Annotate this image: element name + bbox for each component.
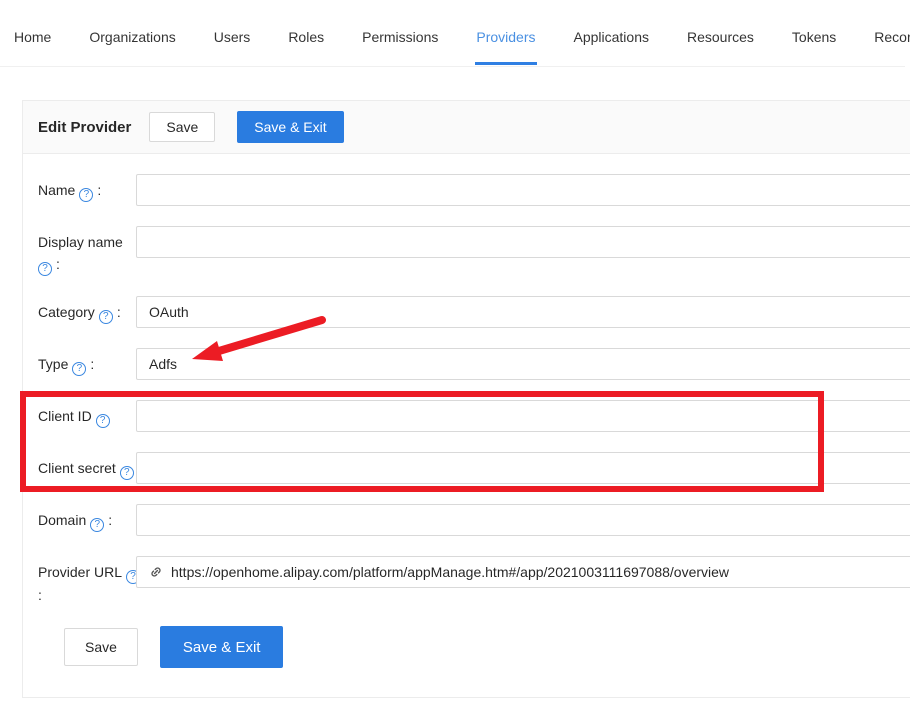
type-select[interactable]: [136, 348, 910, 380]
label-colon: :: [56, 256, 60, 272]
save-exit-button-top[interactable]: Save & Exit: [237, 111, 343, 143]
field-row-name: Name?:: [38, 174, 910, 206]
panel-header: Edit Provider Save Save & Exit: [23, 101, 910, 154]
display-name-input[interactable]: [136, 226, 910, 258]
provider-url-field: [136, 556, 910, 588]
help-icon[interactable]: ?: [72, 362, 86, 376]
field-row-display-name: Display name ?:: [38, 226, 910, 276]
nav-item-resources[interactable]: Resources: [668, 0, 773, 66]
name-label-text: Name: [38, 182, 75, 198]
field-row-domain: Domain?:: [38, 504, 910, 536]
link-icon: [146, 562, 166, 582]
client-secret-label: Client secret?: [38, 452, 136, 484]
display-name-label: Display name ?:: [38, 226, 136, 276]
field-row-category: Category?:: [38, 296, 910, 328]
top-nav: Home Organizations Users Roles Permissio…: [0, 0, 905, 67]
nav-item-roles[interactable]: Roles: [269, 0, 343, 66]
field-row-client-secret: Client secret?: [38, 452, 910, 484]
edit-provider-form: Name?: Display name ?: Category?:: [23, 154, 910, 688]
domain-input[interactable]: [136, 504, 910, 536]
panel-title: Edit Provider: [38, 119, 131, 136]
nav-item-applications[interactable]: Applications: [555, 0, 669, 66]
save-button-bottom[interactable]: Save: [64, 628, 138, 666]
category-label: Category?:: [38, 296, 136, 328]
client-id-label: Client ID?: [38, 400, 136, 432]
provider-url-label-text: Provider URL: [38, 564, 122, 580]
nav-item-providers[interactable]: Providers: [457, 0, 554, 66]
field-row-provider-url: Provider URL? :: [38, 556, 910, 606]
save-button-top[interactable]: Save: [149, 112, 215, 142]
help-icon[interactable]: ?: [38, 262, 52, 276]
nav-item-home[interactable]: Home: [0, 0, 70, 66]
save-exit-button-bottom[interactable]: Save & Exit: [160, 626, 284, 668]
provider-url-label: Provider URL? :: [38, 556, 136, 606]
help-icon[interactable]: ?: [96, 414, 110, 428]
field-row-type: Type?:: [38, 348, 910, 380]
client-secret-input[interactable]: [136, 452, 910, 484]
label-colon: :: [117, 304, 121, 320]
client-id-input[interactable]: [136, 400, 910, 432]
name-input[interactable]: [136, 174, 910, 206]
domain-label: Domain?:: [38, 504, 136, 536]
category-label-text: Category: [38, 304, 95, 320]
category-select[interactable]: [136, 296, 910, 328]
help-icon[interactable]: ?: [79, 188, 93, 202]
label-colon: :: [97, 182, 101, 198]
provider-url-input[interactable]: [171, 564, 910, 580]
type-label: Type?:: [38, 348, 136, 380]
help-icon[interactable]: ?: [120, 466, 134, 480]
help-icon[interactable]: ?: [99, 310, 113, 324]
type-label-text: Type: [38, 356, 68, 372]
label-colon: :: [38, 587, 42, 603]
label-colon: :: [108, 512, 112, 528]
nav-item-records[interactable]: Records: [855, 0, 910, 66]
name-label: Name?:: [38, 174, 136, 206]
display-name-label-text: Display name: [38, 234, 123, 250]
help-icon[interactable]: ?: [90, 518, 104, 532]
domain-label-text: Domain: [38, 512, 86, 528]
nav-item-organizations[interactable]: Organizations: [70, 0, 194, 66]
form-footer: Save Save & Exit: [64, 626, 910, 688]
field-row-client-id: Client ID?: [38, 400, 910, 432]
nav-item-permissions[interactable]: Permissions: [343, 0, 457, 66]
label-colon: :: [90, 356, 94, 372]
client-id-label-text: Client ID: [38, 408, 92, 424]
nav-item-tokens[interactable]: Tokens: [773, 0, 855, 66]
client-secret-label-text: Client secret: [38, 460, 116, 476]
nav-item-users[interactable]: Users: [195, 0, 270, 66]
edit-provider-panel: Edit Provider Save Save & Exit Name?: Di…: [22, 100, 910, 698]
